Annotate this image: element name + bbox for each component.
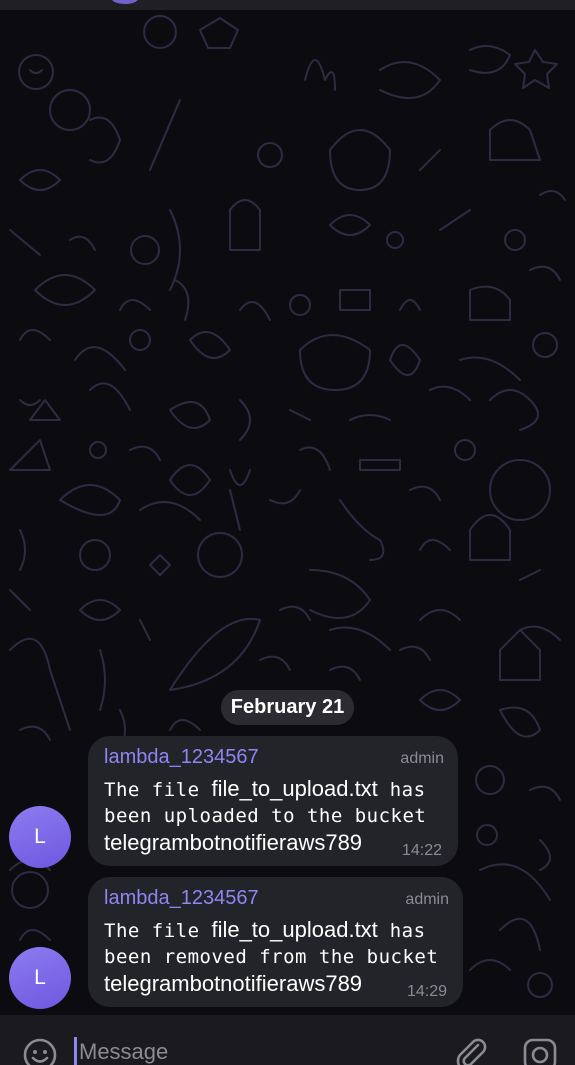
sender-name[interactable]: lambda_1234567 xyxy=(104,746,259,769)
message-text-suffix: has xyxy=(377,920,426,942)
message-file-name: file_to_upload.txt xyxy=(211,917,378,942)
top-bar xyxy=(0,0,575,10)
message-bucket-name: telegrambotnotifieraws789 xyxy=(104,971,363,996)
message-time: 14:29 xyxy=(406,983,447,1000)
emoji-icon[interactable] xyxy=(22,1037,58,1065)
message-text-suffix: has xyxy=(377,779,426,801)
sender-role-badge: admin xyxy=(405,891,449,908)
top-bar-indicator xyxy=(112,0,138,4)
camera-icon[interactable] xyxy=(522,1037,558,1065)
message-text-prefix: The file xyxy=(104,779,212,801)
sender-avatar[interactable]: L xyxy=(9,806,71,868)
message-bubble[interactable]: lambda_1234567 admin The file file_to_up… xyxy=(88,877,463,1007)
message-text-line-2: been removed from the bucket xyxy=(104,946,439,968)
message-composer xyxy=(0,1015,575,1065)
message-text-prefix: The file xyxy=(104,920,212,942)
sender-role-badge: admin xyxy=(400,750,444,767)
text-caret xyxy=(74,1037,77,1065)
message-input[interactable] xyxy=(79,1035,379,1065)
message-text-line-1: The file file_to_upload.txt has xyxy=(104,917,426,943)
message-file-name: file_to_upload.txt xyxy=(211,776,378,801)
avatar-letter: L xyxy=(34,825,46,848)
paperclip-icon[interactable] xyxy=(452,1035,488,1065)
message-text-line-2: been uploaded to the bucket xyxy=(104,805,427,827)
chat-screen: February 21 L lambda_1234567 admin The f… xyxy=(0,0,575,1065)
message-time: 14:22 xyxy=(401,842,442,859)
sender-name[interactable]: lambda_1234567 xyxy=(104,887,259,910)
message-bubble[interactable]: lambda_1234567 admin The file file_to_up… xyxy=(88,736,458,866)
message-text-line-1: The file file_to_upload.txt has xyxy=(104,776,426,802)
message-bucket-name: telegrambotnotifieraws789 xyxy=(104,830,363,855)
avatar-letter: L xyxy=(34,966,46,989)
date-separator: February 21 xyxy=(221,690,354,725)
sender-avatar[interactable]: L xyxy=(9,947,71,1009)
